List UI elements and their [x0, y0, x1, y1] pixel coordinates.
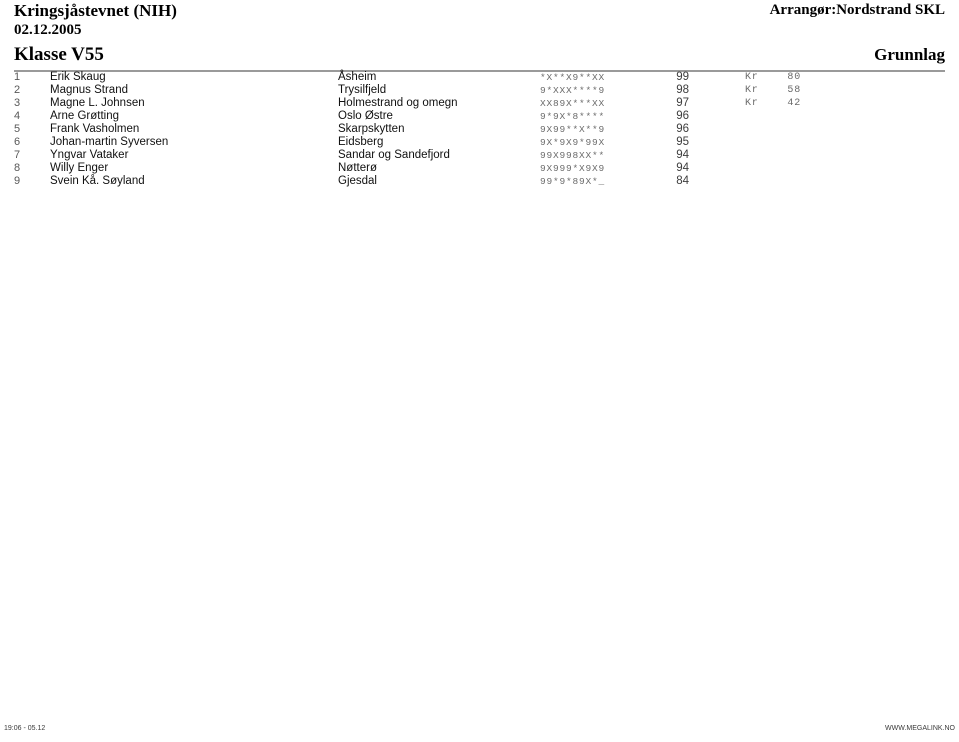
- result-total: 98: [676, 84, 689, 96]
- result-rank: 1: [14, 71, 21, 83]
- table-row: 3 Magne L. Johnsen Holmestrand og omegn XX8…: [0, 97, 959, 110]
- result-total: 99: [676, 71, 689, 83]
- result-kr-value: 42: [787, 98, 801, 109]
- result-name: Erik Skaug: [50, 71, 106, 83]
- result-series: 9X*9X9*99X: [540, 137, 606, 148]
- result-club: Gjesdal: [338, 175, 377, 187]
- result-series: 9*XXX****9: [540, 85, 606, 96]
- result-total: 96: [676, 110, 689, 122]
- result-total: 84: [676, 175, 689, 187]
- table-row: 5 Frank Vasholmen Skarpskytten 9X99**X**9 96: [0, 123, 959, 136]
- footer-timestamp: 19:06 - 05.12: [4, 725, 46, 732]
- result-total: 94: [676, 162, 689, 174]
- result-rank: 4: [14, 110, 21, 122]
- organizer-label: Arrangør:Nordstrand SKL: [769, 2, 945, 18]
- results-table: 1 Erik Skaug Åsheim *X**X9**XX 99 Kr 80 2 Magnus…: [0, 71, 959, 188]
- result-club: Oslo Østre: [338, 110, 393, 122]
- result-club: Nøtterø: [338, 162, 377, 174]
- result-name: Yngvar Vataker: [50, 149, 129, 161]
- event-title: Kringsjåstevnet (NIH): [14, 1, 177, 20]
- result-name: Arne Grøtting: [50, 110, 120, 122]
- result-name: Frank Vasholmen: [50, 123, 140, 135]
- table-row: 1 Erik Skaug Åsheim *X**X9**XX 99 Kr 80: [0, 71, 959, 84]
- result-rank: 6: [14, 136, 21, 148]
- table-row: 4 Arne Grøtting Oslo Østre 9*9X*8**** 96: [0, 110, 959, 123]
- result-name: Johan-martin Syversen: [50, 136, 169, 148]
- table-row: 8 Willy Enger Nøtterø 9X999*X9X9 94: [0, 162, 959, 175]
- result-kr-label: Kr: [745, 72, 759, 83]
- result-series: *X**X9**XX: [540, 72, 606, 83]
- result-series: XX89X***XX: [540, 98, 606, 109]
- results-page: Kringsjåstevnet (NIH) 02.12.2005 Klasse …: [0, 0, 959, 742]
- result-rank: 7: [14, 149, 21, 161]
- result-kr-label: Kr: [745, 98, 759, 109]
- result-series: 9X999*X9X9: [540, 163, 606, 174]
- result-rank: 5: [14, 123, 21, 135]
- result-club: Trysilfjeld: [338, 84, 387, 96]
- result-series: 99X998XX**: [540, 150, 606, 161]
- result-rank: 2: [14, 84, 21, 96]
- result-total: 96: [676, 123, 689, 135]
- result-club: Åsheim: [338, 71, 377, 83]
- event-date: 02.12.2005: [14, 22, 82, 38]
- result-total: 97: [676, 97, 689, 109]
- result-club: Holmestrand og omegn: [338, 97, 458, 109]
- result-kr-value: 80: [787, 72, 801, 83]
- result-rank: 3: [14, 97, 21, 109]
- result-total: 94: [676, 149, 689, 161]
- result-series: 99*9*89X*_: [540, 176, 606, 187]
- grunnlag-heading: Grunnlag: [874, 45, 945, 64]
- class-title: Klasse V55: [14, 44, 104, 65]
- result-rank: 8: [14, 162, 21, 174]
- result-series: 9*9X*8****: [540, 111, 606, 122]
- table-row: 6 Johan-martin Syversen Eidsberg 9X*9X9*99X…: [0, 136, 959, 149]
- result-club: Eidsberg: [338, 136, 384, 148]
- result-name: Willy Enger: [50, 162, 109, 174]
- footer-site: WWW.MEGALINK.NO: [885, 725, 955, 732]
- result-name: Magnus Strand: [50, 84, 128, 96]
- result-club: Skarpskytten: [338, 123, 405, 135]
- table-row: 2 Magnus Strand Trysilfjeld 9*XXX****9 98 Kr 5…: [0, 84, 959, 97]
- table-row: 7 Yngvar Vataker Sandar og Sandefjord 99X99…: [0, 149, 959, 162]
- result-kr-value: 58: [787, 85, 801, 96]
- result-series: 9X99**X**9: [540, 124, 606, 135]
- result-name: Svein Kå. Søyland: [50, 175, 145, 187]
- result-club: Sandar og Sandefjord: [338, 149, 450, 161]
- result-total: 95: [676, 136, 689, 148]
- table-row: 9 Svein Kå. Søyland Gjesdal 99*9*89X*_ 84: [0, 175, 959, 188]
- result-name: Magne L. Johnsen: [50, 97, 145, 109]
- result-rank: 9: [14, 175, 21, 187]
- result-kr-label: Kr: [745, 85, 759, 96]
